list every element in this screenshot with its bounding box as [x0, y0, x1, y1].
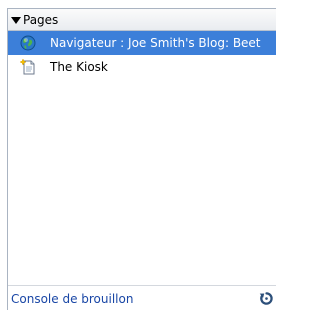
list-item-navigator[interactable]: Navigateur : Joe Smith's Blog: Beet [8, 31, 276, 55]
list-item-label: Navigateur : Joe Smith's Blog: Beet [50, 36, 261, 50]
new-page-sparkle-icon [20, 59, 35, 75]
list-item-label: The Kiosk [50, 60, 108, 74]
refresh-icon[interactable] [259, 291, 274, 306]
triangle-down-icon [11, 16, 21, 24]
panel-footer: Console de brouillon [8, 285, 276, 310]
pages-panel: Pages Navigateur : Joe Smith's Blog: Bee… [7, 8, 276, 310]
pages-list: Navigateur : Joe Smith's Blog: Beet The … [8, 31, 276, 267]
pages-section-title: Pages [23, 12, 59, 27]
list-item-kiosk[interactable]: The Kiosk [8, 55, 276, 79]
globe-icon [20, 35, 36, 51]
scratchpad-console-link[interactable]: Console de brouillon [11, 292, 133, 306]
pages-section-header[interactable]: Pages [8, 9, 276, 31]
